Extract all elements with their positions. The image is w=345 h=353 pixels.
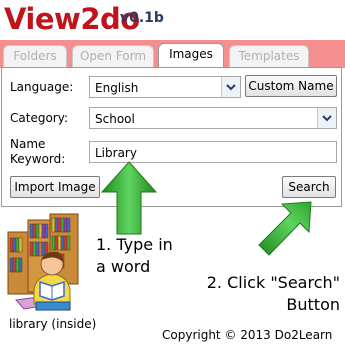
custom-name-button[interactable]: Custom Name [245, 75, 337, 97]
arrow-diagonal-icon [258, 201, 312, 256]
language-label: Language: [10, 80, 74, 94]
app-header: View2do v0.1b [0, 0, 345, 40]
library-image[interactable] [6, 212, 96, 317]
arrow-up-icon [100, 161, 158, 235]
import-image-button[interactable]: Import Image [10, 176, 100, 198]
category-value: School [95, 112, 135, 126]
step1-annotation: 1. Type in a word [96, 235, 173, 276]
tab-images[interactable]: Images [158, 43, 224, 69]
category-label: Category: [10, 111, 68, 125]
app-version: v0.1b [120, 10, 164, 26]
result-caption: library (inside) [9, 317, 97, 331]
step2-annotation: 2. Click "Search" Button [206, 273, 340, 314]
language-select[interactable]: English [89, 76, 241, 98]
copyright: Copyright © 2013 Do2Learn [162, 328, 333, 342]
tab-templates[interactable]: Templates [229, 45, 309, 67]
keyword-label: Name Keyword: [10, 137, 66, 166]
tab-open-form[interactable]: Open Form [72, 45, 154, 67]
chevron-down-icon[interactable] [317, 108, 336, 128]
images-panel: Language: English Custom Name Category: … [1, 67, 342, 207]
tab-bar: Folders Open Form Images Templates [0, 40, 345, 69]
chevron-down-icon[interactable] [221, 77, 240, 97]
tab-folders[interactable]: Folders [3, 45, 67, 67]
language-value: English [95, 81, 139, 95]
search-button[interactable]: Search [282, 176, 336, 198]
category-select[interactable]: School [89, 107, 337, 129]
